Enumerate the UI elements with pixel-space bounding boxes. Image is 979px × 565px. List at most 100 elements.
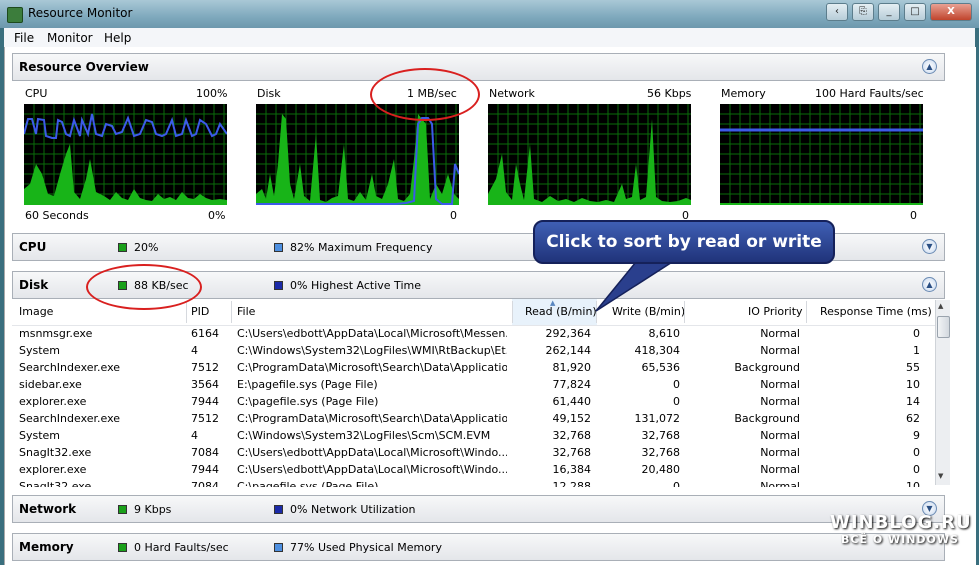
collapse-chevron-icon[interactable]: ▲	[922, 59, 937, 74]
cell-response: 10	[906, 480, 920, 487]
disk-section-title: Disk	[19, 278, 49, 292]
resource-overview-header[interactable]: Resource Overview ▲	[12, 53, 945, 81]
cell-write: 418,304	[634, 344, 681, 357]
memory-faults-stat: 0 Hard Faults/sec	[134, 541, 229, 554]
disk-graph-label: Disk	[257, 87, 281, 100]
watermark-title: WINBLOG.RU	[830, 512, 972, 533]
cell-write: 0	[673, 378, 680, 391]
scroll-down-icon[interactable]: ▼	[938, 472, 943, 480]
cpu-graph-min: 0%	[208, 209, 226, 222]
disk-graph-min: 0	[450, 209, 457, 222]
callout-pointer	[595, 256, 683, 312]
memory-graph-max: 100 Hard Faults/sec	[815, 87, 924, 100]
minimize-window-button[interactable]: _	[878, 3, 900, 21]
column-separator[interactable]	[231, 301, 232, 323]
cell-read: 49,152	[552, 412, 592, 425]
table-row[interactable]: SearchIndexer.exe 7512 C:\ProgramData\Micr…	[12, 410, 935, 427]
watermark-subtitle: ВСЁ О WINDOWS	[841, 533, 959, 546]
cell-read: 16,384	[552, 463, 592, 476]
cell-read: 81,920	[552, 361, 592, 374]
network-graph-svg	[488, 104, 691, 205]
cell-write: 131,072	[634, 412, 681, 425]
cpu-frequency-swatch	[274, 243, 283, 252]
table-row[interactable]: explorer.exe 7944 C:\Users\edbott\AppData\…	[12, 461, 935, 478]
cell-read: 32,768	[552, 446, 592, 459]
table-row[interactable]: SnagIt32.exe 7084 C:\pagefile.sys (Page Fi…	[12, 478, 935, 487]
cell-image: SearchIndexer.exe	[19, 361, 121, 374]
watermark: WINBLOG.RU ВСЁ О WINDOWS	[830, 512, 972, 560]
network-io-swatch	[118, 505, 127, 514]
cell-write: 0	[673, 480, 680, 487]
memory-graph-min: 0	[910, 209, 917, 222]
table-row[interactable]: msnmsgr.exe 6164 C:\Users\edbott\AppData\L…	[12, 325, 935, 342]
memory-section-header[interactable]: Memory 0 Hard Faults/sec 77% Used Physic…	[12, 533, 945, 561]
menu-file[interactable]: File	[14, 31, 34, 45]
table-scrollbar[interactable]: ▲ ▼	[935, 300, 950, 485]
cell-response: 55	[906, 361, 920, 374]
table-row[interactable]: System 4 C:\Windows\System32\LogFiles\WMI\…	[12, 342, 935, 359]
expand-chevron-icon[interactable]: ▼	[922, 239, 937, 254]
cell-response: 14	[906, 395, 920, 408]
cell-priority: Background	[734, 361, 800, 374]
column-file[interactable]: File	[237, 305, 255, 318]
cell-priority: Normal	[760, 446, 800, 459]
collapse-chevron-icon[interactable]: ▲	[922, 277, 937, 292]
restore-button[interactable]: ⎘	[852, 3, 874, 21]
scrollbar-thumb[interactable]	[937, 316, 950, 338]
cell-file: C:\pagefile.sys (Page File)	[237, 395, 379, 408]
cpu-graph-svg	[24, 104, 227, 205]
table-body: msnmsgr.exe 6164 C:\Users\edbott\AppData\L…	[12, 325, 935, 487]
cell-priority: Normal	[760, 378, 800, 391]
cell-priority: Normal	[760, 480, 800, 487]
cell-read: 292,364	[545, 327, 592, 340]
cell-image: msnmsgr.exe	[19, 327, 93, 340]
disk-activity-table: Image PID File ▲ Read (B/min) Write (B/m…	[12, 299, 935, 487]
cell-pid: 7084	[191, 480, 219, 487]
memory-graph-label: Memory	[721, 87, 766, 100]
cell-read: 77,824	[552, 378, 592, 391]
minimize-button[interactable]: ‹	[826, 3, 848, 21]
network-io-stat: 9 Kbps	[134, 503, 172, 516]
cell-read: 32,768	[552, 429, 592, 442]
scroll-up-icon[interactable]: ▲	[938, 302, 943, 310]
cell-pid: 7512	[191, 361, 219, 374]
close-button[interactable]: X	[930, 3, 972, 21]
maximize-button[interactable]: □	[904, 3, 926, 21]
table-row[interactable]: SnagIt32.exe 7084 C:\Users\edbott\AppData\…	[12, 444, 935, 461]
column-separator[interactable]	[186, 301, 187, 323]
column-read[interactable]: Read (B/min)	[525, 305, 597, 318]
column-separator[interactable]	[512, 301, 513, 323]
cell-file: C:\pagefile.sys (Page File)	[237, 480, 379, 487]
cell-pid: 7944	[191, 395, 219, 408]
cell-image: SnagIt32.exe	[19, 480, 92, 487]
cell-pid: 3564	[191, 378, 219, 391]
column-image[interactable]: Image	[19, 305, 53, 318]
table-row[interactable]: SearchIndexer.exe 7512 C:\ProgramData\Micr…	[12, 359, 935, 376]
cell-file: C:\Windows\System32\LogFiles\WMI\RtBacku…	[237, 344, 507, 357]
menu-help[interactable]: Help	[104, 31, 131, 45]
network-section-header[interactable]: Network 9 Kbps 0% Network Utilization ▼	[12, 495, 945, 523]
cell-response: 1	[913, 344, 920, 357]
cpu-usage-stat: 20%	[134, 241, 159, 254]
memory-graph	[720, 104, 923, 205]
table-row[interactable]: sidebar.exe 3564 E:\pagefile.sys (Page Fil…	[12, 376, 935, 393]
column-separator[interactable]	[806, 301, 807, 323]
cell-write: 20,480	[641, 463, 681, 476]
memory-section-title: Memory	[19, 540, 74, 554]
table-row[interactable]: System 4 C:\Windows\System32\LogFiles\Scm\…	[12, 427, 935, 444]
column-pid[interactable]: PID	[191, 305, 209, 318]
cell-write: 32,768	[641, 446, 681, 459]
column-io-priority[interactable]: IO Priority	[748, 305, 803, 318]
column-response-time[interactable]: Response Time (ms)	[820, 305, 932, 318]
cell-response: 0	[913, 463, 920, 476]
cell-file: C:\Users\edbott\AppData\Local\Microsoft\…	[237, 463, 507, 476]
cpu-graph-time: 60 Seconds	[25, 209, 89, 222]
cell-read: 12,288	[552, 480, 592, 487]
menu-monitor[interactable]: Monitor	[47, 31, 93, 45]
network-utilization-swatch	[274, 505, 283, 514]
table-row[interactable]: explorer.exe 7944 C:\pagefile.sys (Page Fi…	[12, 393, 935, 410]
cell-priority: Normal	[760, 463, 800, 476]
cell-read: 61,440	[552, 395, 592, 408]
cell-read: 262,144	[545, 344, 592, 357]
memory-used-stat: 77% Used Physical Memory	[290, 541, 442, 554]
